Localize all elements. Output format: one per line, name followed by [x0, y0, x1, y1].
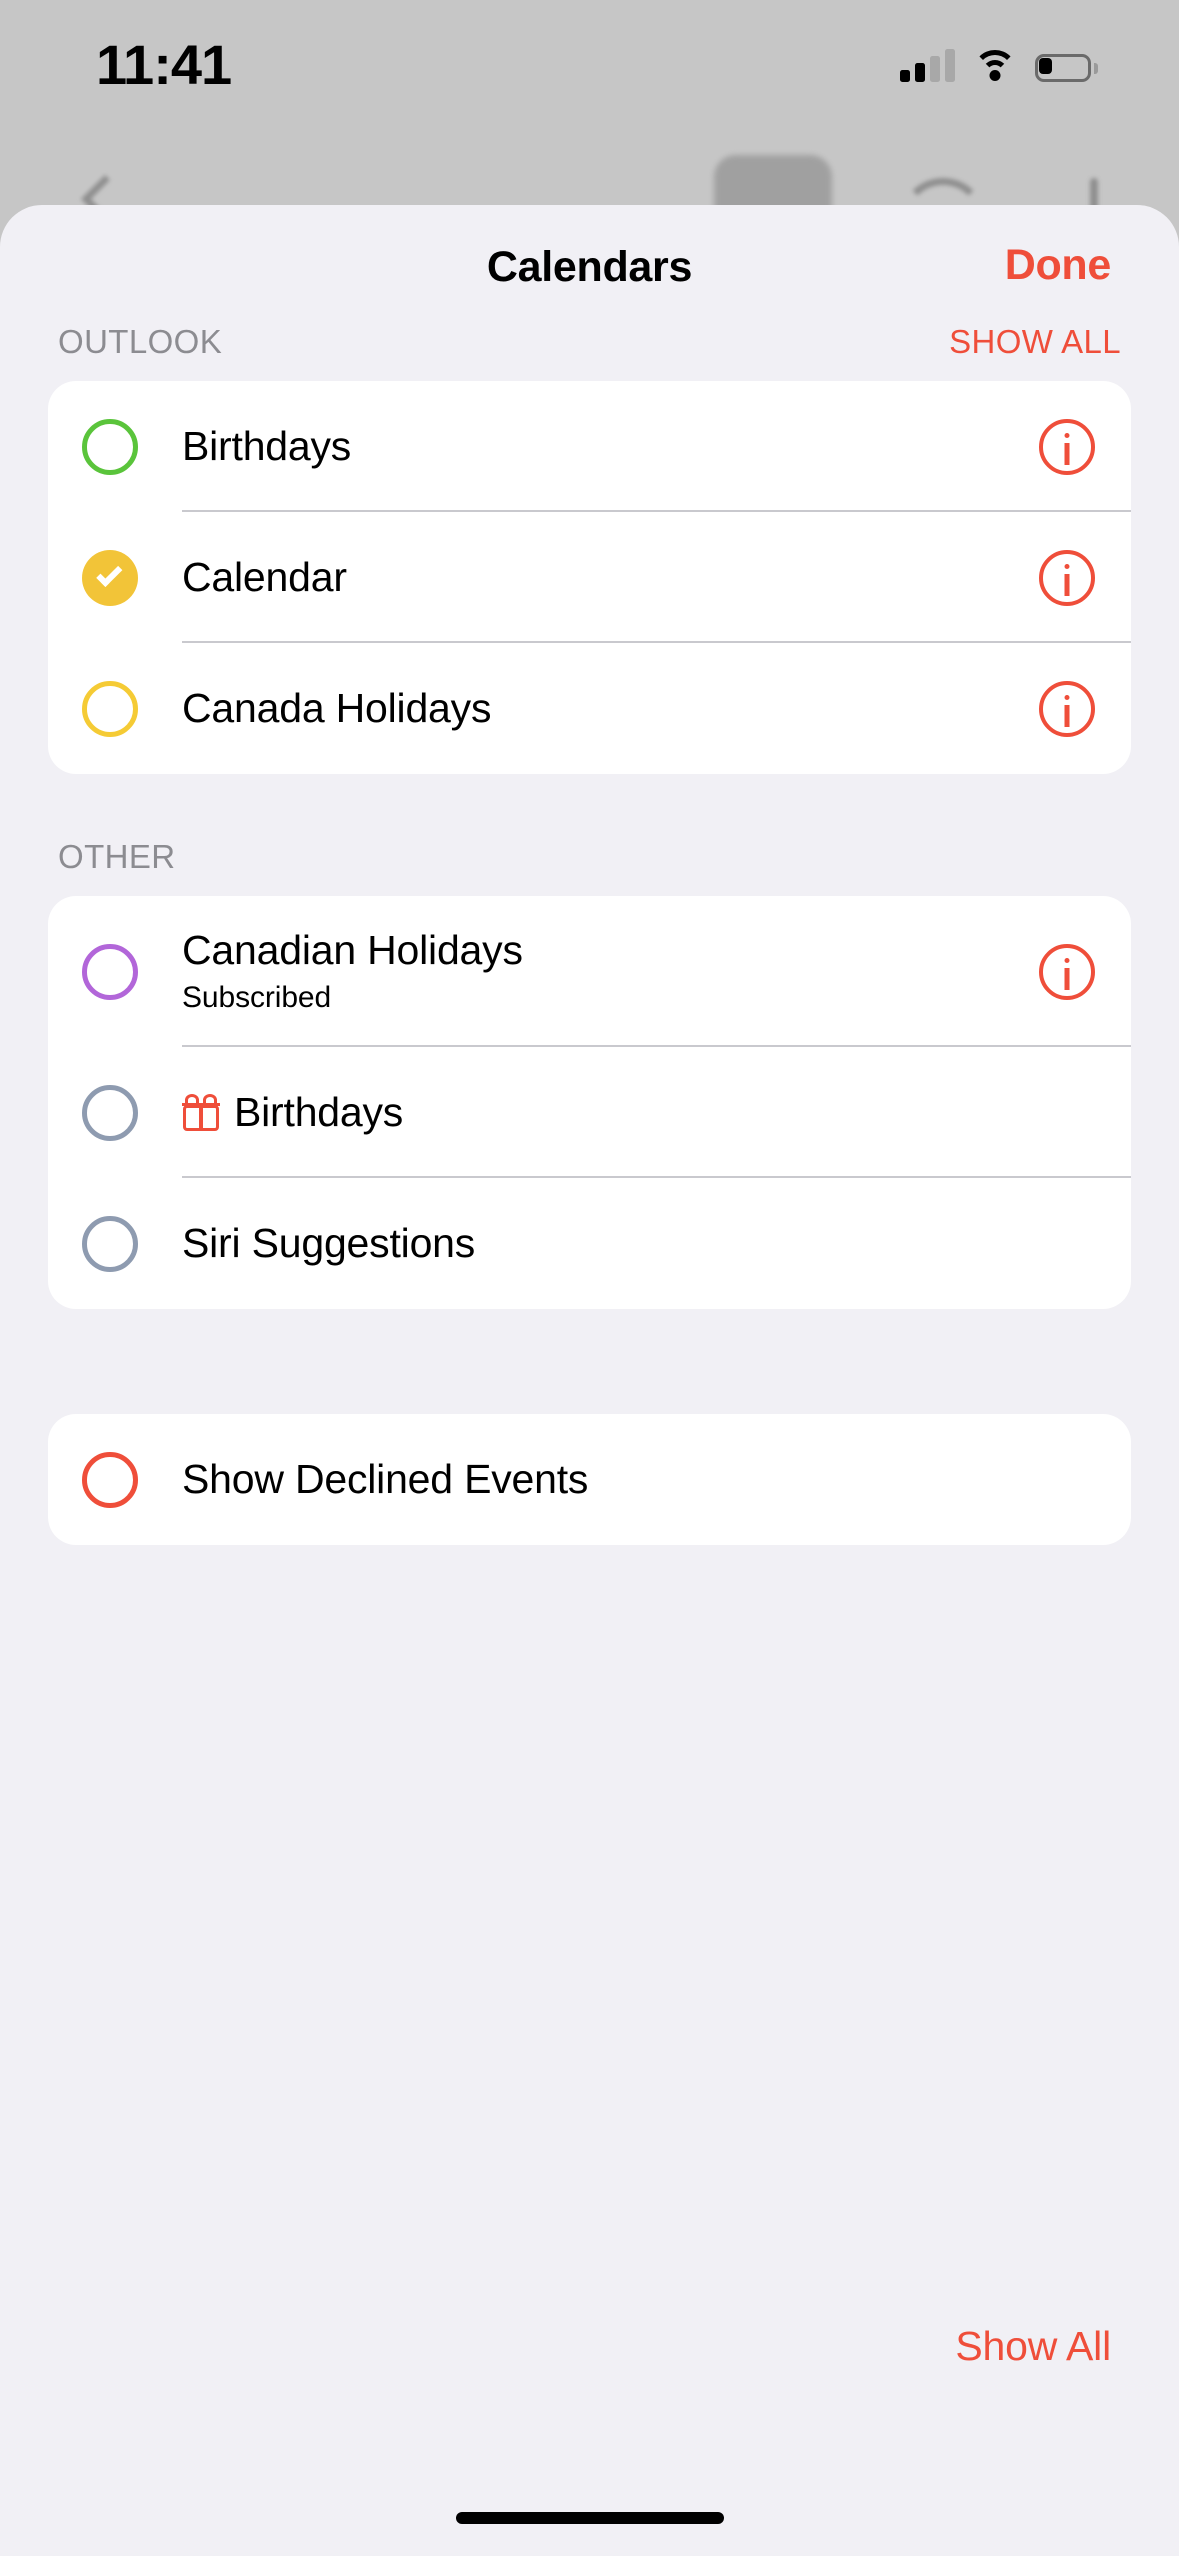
list-item-title: Birthdays: [182, 1088, 1095, 1136]
section-header-outlook: OUTLOOK SHOW ALL: [0, 323, 1179, 367]
list-item-title: Calendar: [182, 553, 347, 600]
list-item[interactable]: Birthdays: [48, 1047, 1131, 1178]
calendar-color-toggle[interactable]: [82, 1084, 138, 1141]
info-icon[interactable]: [1039, 418, 1095, 475]
calendar-color-toggle[interactable]: [82, 1215, 138, 1272]
page-title: Calendars: [486, 243, 693, 291]
sheet-header: Calendars Done: [0, 205, 1179, 323]
show-all-outlook-button[interactable]: SHOW ALL: [949, 323, 1121, 361]
calendar-color-toggle[interactable]: [82, 943, 138, 1000]
info-icon[interactable]: [1039, 549, 1095, 606]
calendar-color-toggle[interactable]: [82, 418, 138, 475]
list-item[interactable]: Canadian Holidays Subscribed: [48, 896, 1131, 1047]
home-indicator[interactable]: [455, 2512, 724, 2524]
list-item[interactable]: Canada Holidays: [48, 643, 1131, 774]
list-item-title: Canadian Holidays: [182, 927, 523, 974]
list-item[interactable]: Birthdays: [48, 381, 1131, 512]
calendar-list-other: Canadian Holidays Subscribed Birthdays S…: [48, 896, 1131, 1309]
calendars-sheet: Calendars Done OUTLOOK SHOW ALL Birthday…: [0, 205, 1179, 2556]
list-item-title-text: Birthdays: [234, 1088, 404, 1135]
list-item-title: Show Declined Events: [182, 1455, 589, 1502]
list-item-labels: Canadian Holidays Subscribed: [182, 927, 1019, 1015]
declined-events-card: Show Declined Events: [48, 1414, 1131, 1545]
list-item-labels: Calendar: [182, 553, 1019, 601]
info-icon[interactable]: [1039, 680, 1095, 737]
list-item-labels: Siri Suggestions: [182, 1219, 1095, 1267]
calendar-color-toggle[interactable]: [82, 549, 138, 606]
list-item-title: Siri Suggestions: [182, 1219, 476, 1266]
show-all-button[interactable]: Show All: [955, 2323, 1111, 2370]
calendar-list-outlook: Birthdays Calendar Canada Holidays: [48, 381, 1131, 774]
show-declined-toggle[interactable]: [82, 1451, 138, 1508]
info-icon[interactable]: [1039, 943, 1095, 1000]
phone-screen: 11:41 Calendars Done OUTLOOK SHOW ALL Bi…: [0, 0, 1179, 2556]
done-button[interactable]: Done: [1005, 241, 1112, 290]
list-item[interactable]: Show Declined Events: [48, 1414, 1131, 1545]
list-item-labels: Canada Holidays: [182, 684, 1019, 732]
list-item[interactable]: Calendar: [48, 512, 1131, 643]
list-item-labels: Birthdays: [182, 422, 1019, 470]
section-label: OUTLOOK: [58, 323, 223, 360]
calendar-color-toggle[interactable]: [82, 680, 138, 737]
list-item-title: Birthdays: [182, 422, 352, 469]
list-item-title: Canada Holidays: [182, 684, 492, 731]
gift-icon: [182, 1093, 220, 1132]
checkmark-icon: [96, 560, 123, 588]
list-item[interactable]: Siri Suggestions: [48, 1178, 1131, 1309]
list-item-subtitle: Subscribed: [182, 980, 332, 1014]
list-item-labels: Birthdays: [182, 1088, 1095, 1136]
list-item-labels: Show Declined Events: [182, 1455, 1095, 1503]
section-label: OTHER: [58, 838, 176, 875]
section-header-other: OTHER: [0, 838, 1179, 882]
